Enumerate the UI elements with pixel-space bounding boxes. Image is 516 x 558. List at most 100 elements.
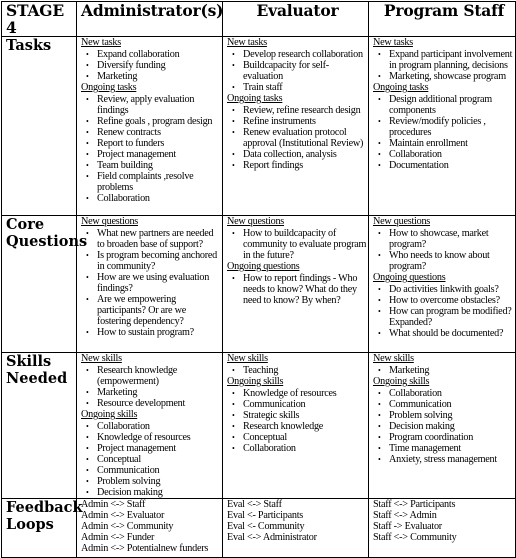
ongoing-section-label: Ongoing questions xyxy=(227,261,300,272)
new-section-label: New tasks xyxy=(373,37,413,48)
feedback-loop-item: Admin <-> Funder xyxy=(81,532,155,543)
questions-staff-cell: New questionsHow to showcase, market pro… xyxy=(368,215,516,353)
ongoing-section-label: Ongoing skills xyxy=(81,409,138,420)
ongoing-list: Review, apply evaluation findingsRefine … xyxy=(81,94,222,204)
feedback-loop-item: Eval <-> Staff xyxy=(227,499,282,510)
list-item: Problem solving xyxy=(86,476,222,487)
new-list: Research knowledge (empowerment)Marketin… xyxy=(81,365,222,409)
new-list: What new partners are needed to broaden … xyxy=(81,228,222,338)
new-section-label: New skills xyxy=(81,353,122,364)
feedback-evaluator-cell: Eval <-> Staff Eval <- Participants Eval <… xyxy=(222,498,369,558)
ongoing-section-label: Ongoing skills xyxy=(227,376,284,387)
list-item: Program coordination xyxy=(378,432,515,443)
feedback-admin-cell: Admin <-> Staff Admin <-> Evaluator Admin … xyxy=(76,498,223,558)
list-item: Marketing xyxy=(86,387,222,398)
new-section-label: New questions xyxy=(81,216,139,227)
feedback-loop-item: Admin <-> Community xyxy=(81,521,174,532)
column-heading-evaluator: Evaluator xyxy=(222,1,369,37)
list-item: Refine instruments xyxy=(232,116,368,127)
list-item: Resource development xyxy=(86,398,222,409)
list-item: What should be documented? xyxy=(378,328,515,339)
list-item: How can program be modified? Expanded? xyxy=(378,306,515,328)
core-questions-row: Core Questions New questionsWhat new par… xyxy=(1,215,516,353)
list-item: Communication xyxy=(232,399,368,410)
list-item: Anxiety, stress management xyxy=(378,454,515,465)
feedback-loop-item: Staff -> Evaluator xyxy=(373,521,442,532)
list-item: Are we empowering participants? Or are w… xyxy=(86,294,222,327)
list-item: Collaboration xyxy=(86,193,222,204)
tasks-evaluator-cell: New tasksDevelop research collaborationB… xyxy=(222,36,369,216)
tasks-staff-cell: New tasksExpand participant involvement … xyxy=(368,36,516,216)
list-item: Collaboration xyxy=(378,388,515,399)
stage-4-table: STAGE 4 Administrator(s) Evaluator Progr… xyxy=(1,1,516,558)
ongoing-list: Design additional program componentsRevi… xyxy=(373,94,515,171)
list-item: Project management xyxy=(86,443,222,454)
row-label-line: Feedback xyxy=(6,499,83,516)
list-item: Field complaints ,resolve problems xyxy=(86,171,222,193)
skills-admin-cell: New skillsResearch knowledge (empowermen… xyxy=(76,352,223,499)
list-item: Review, apply evaluation findings xyxy=(86,94,222,116)
ongoing-list: Knowledge of resourcesCommunicationStrat… xyxy=(227,388,368,454)
feedback-loop-item: Admin <-> Staff xyxy=(81,499,146,510)
row-label-line: Core xyxy=(6,216,45,233)
list-item: Expand participant involvement in progra… xyxy=(378,49,515,71)
feedback-loop-item: Staff <-> Community xyxy=(373,532,457,543)
new-list: Expand participant involvement in progra… xyxy=(373,49,515,82)
column-heading-administrator: Administrator(s) xyxy=(76,1,223,37)
row-label-line: Skills xyxy=(6,353,52,370)
new-section-label: New tasks xyxy=(81,37,121,48)
list-item: Buildcapacity for self-evaluation xyxy=(232,60,368,82)
feedback-staff-cell: Staff <-> Participants Staff <-> Admin Sta… xyxy=(368,498,516,558)
new-list: How to showcase, market program?Who need… xyxy=(373,228,515,272)
list-item: Decision making xyxy=(86,487,222,498)
list-item: Marketing xyxy=(378,365,515,376)
list-item: Refine goals , program design xyxy=(86,116,222,127)
feedback-loop-item: Admin <-> Potentialnew funders xyxy=(81,543,209,554)
skills-needed-row: Skills Needed New skillsResearch knowled… xyxy=(1,352,516,499)
feedback-loop-item: Eval <- Community xyxy=(227,521,305,532)
new-list: Teaching xyxy=(227,365,368,376)
feedback-loop-item: Admin <-> Evaluator xyxy=(81,510,165,521)
list-item: Renew evaluation protocol approval (Inst… xyxy=(232,127,368,149)
list-item: How to buildcapacity of community to eva… xyxy=(232,228,368,261)
list-item: Develop research collaboration xyxy=(232,49,368,60)
questions-admin-cell: New questionsWhat new partners are neede… xyxy=(76,215,223,353)
list-item: Teaching xyxy=(232,365,368,376)
skills-staff-cell: New skillsMarketingOngoing skillsCollabo… xyxy=(368,352,516,499)
ongoing-section-label: Ongoing questions xyxy=(373,272,446,283)
list-item: Collaboration xyxy=(232,443,368,454)
tasks-admin-cell: New tasksExpand collaborationDiversify f… xyxy=(76,36,223,216)
list-item: Collaboration xyxy=(86,421,222,432)
list-item: Do activities linkwith goals? xyxy=(378,284,515,295)
list-item: Strategic skills xyxy=(232,410,368,421)
list-item: Research knowledge xyxy=(232,421,368,432)
list-item: Problem solving xyxy=(378,410,515,421)
list-item: Decision making xyxy=(378,421,515,432)
list-item: Report findings xyxy=(232,160,368,171)
header-row: STAGE 4 Administrator(s) Evaluator Progr… xyxy=(1,1,516,37)
row-label-core-questions: Core Questions xyxy=(1,215,87,353)
list-item: Marketing, showcase program xyxy=(378,71,515,82)
list-item: How to sustain program? xyxy=(86,327,222,338)
new-list: Expand collaborationDiversify fundingMar… xyxy=(81,49,222,82)
new-list: Develop research collaborationBuildcapac… xyxy=(227,49,368,93)
ongoing-list: CollaborationKnowledge of resourcesProje… xyxy=(81,421,222,498)
new-section-label: New questions xyxy=(373,216,431,227)
skills-evaluator-cell: New skillsTeachingOngoing skillsKnowledg… xyxy=(222,352,369,499)
new-section-label: New questions xyxy=(227,216,285,227)
ongoing-section-label: Ongoing tasks xyxy=(373,82,429,93)
ongoing-section-label: Ongoing skills xyxy=(373,376,430,387)
list-item: Knowledge of resources xyxy=(86,432,222,443)
list-item: Design additional program components xyxy=(378,94,515,116)
list-item: Diversify funding xyxy=(86,60,222,71)
ongoing-list: CollaborationCommunicationProblem solvin… xyxy=(373,388,515,465)
ongoing-list: Review, refine research designRefine ins… xyxy=(227,105,368,171)
list-item: Marketing xyxy=(86,71,222,82)
list-item: Expand collaboration xyxy=(86,49,222,60)
list-item: How are we using evaluation findings? xyxy=(86,272,222,294)
row-label-line: Needed xyxy=(6,370,68,387)
list-item: Data collection, analysis xyxy=(232,149,368,160)
questions-evaluator-cell: New questionsHow to buildcapacity of com… xyxy=(222,215,369,353)
list-item: How to overcome obstacles? xyxy=(378,295,515,306)
list-item: Renew contracts xyxy=(86,127,222,138)
